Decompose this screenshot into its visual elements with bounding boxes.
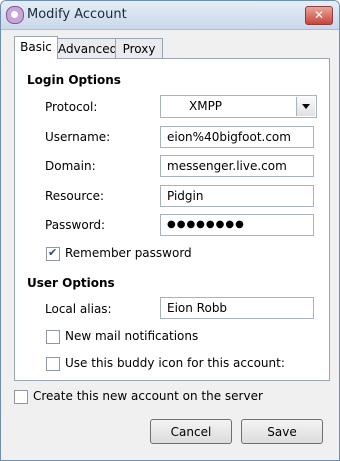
tab-advanced[interactable]: Advanced [53,38,119,59]
buddy-icon-checkbox[interactable] [46,357,60,371]
domain-field[interactable]: messenger.live.com [160,155,314,177]
new-mail-label: New mail notifications [65,329,199,343]
resource-label: Resource: [45,189,105,203]
basic-tab-panel: Login Options Protocol: XMPP Username: e… [14,58,330,381]
title-bar: Modify Account ✕ [1,1,339,30]
remember-password-checkbox[interactable] [46,246,60,261]
tab-basic[interactable]: Basic [14,36,58,59]
buddy-icon-label: Use this buddy icon for this account: [65,356,285,370]
remember-password-label: Remember password [65,246,192,260]
protocol-value: XMPP [189,99,223,113]
username-label: Username: [45,130,111,144]
new-mail-checkbox[interactable] [46,330,60,344]
password-field[interactable]: ●●●●●●●● [160,214,314,236]
user-options-heading: User Options [27,276,115,290]
resource-field[interactable]: Pidgin [160,185,314,207]
local-alias-field[interactable]: Eion Robb [160,297,314,319]
pidgin-app-icon [6,6,24,24]
local-alias-label: Local alias: [45,302,112,316]
password-label: Password: [45,218,106,232]
chevron-down-icon[interactable] [296,97,315,116]
protocol-select[interactable]: XMPP [160,95,317,118]
username-field[interactable]: eion%40bigfoot.com [160,126,314,148]
modify-account-window: Modify Account ✕ Basic Advanced Proxy Lo… [0,0,340,461]
window-title: Modify Account [27,7,127,22]
login-options-heading: Login Options [27,73,121,87]
create-account-label: Create this new account on the server [33,389,263,403]
tab-proxy[interactable]: Proxy [115,38,163,59]
cancel-button[interactable]: Cancel [150,419,232,444]
domain-label: Domain: [45,159,96,173]
save-button[interactable]: Save [241,419,323,444]
protocol-label: Protocol: [45,100,98,114]
close-button[interactable]: ✕ [305,6,333,25]
create-account-checkbox[interactable] [14,390,28,404]
